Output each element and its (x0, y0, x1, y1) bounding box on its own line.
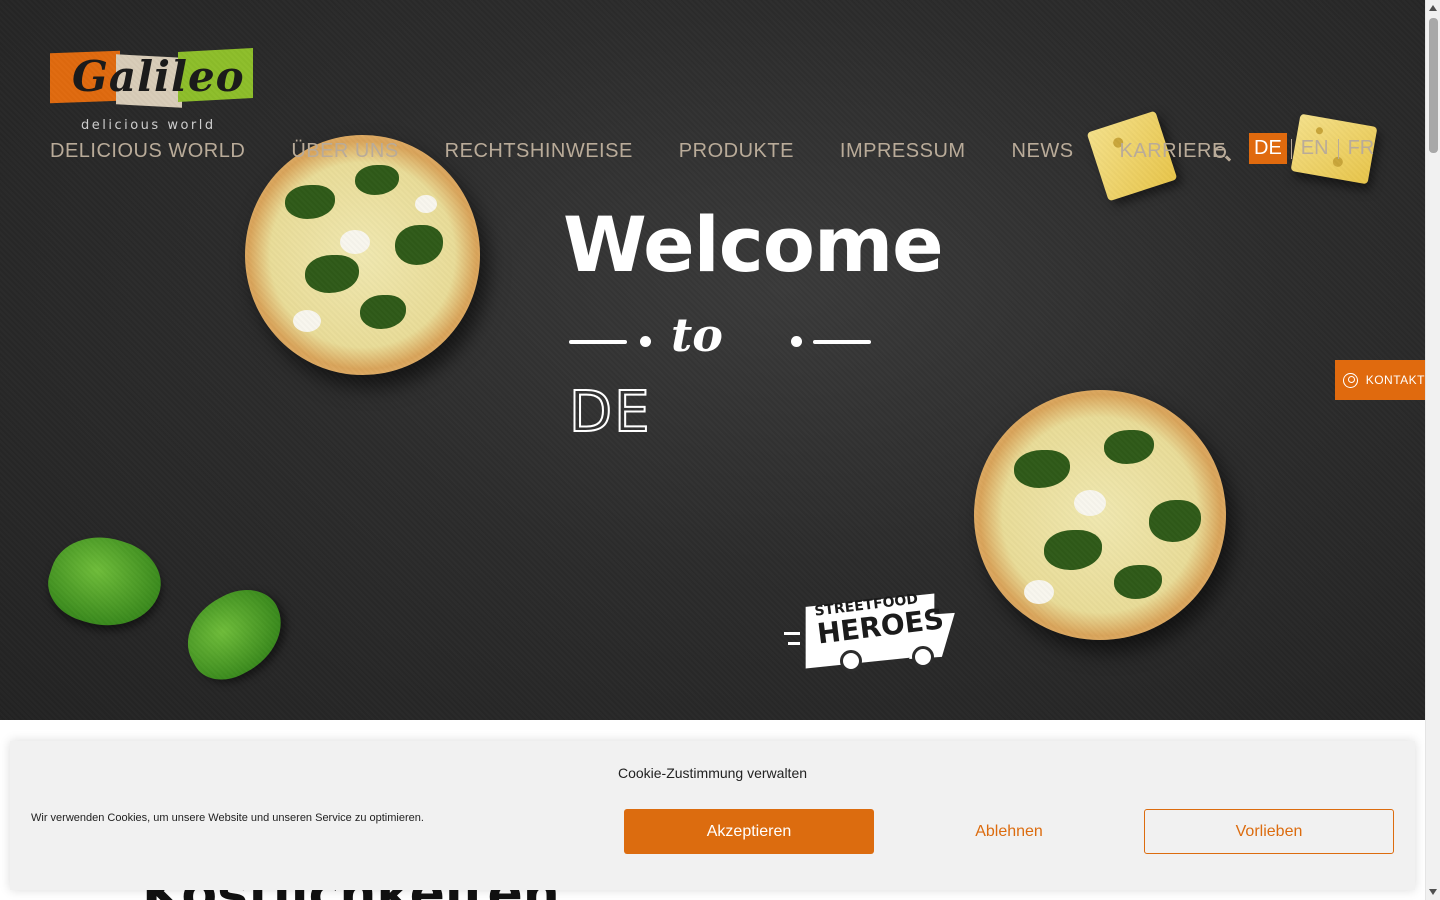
cream-cheese-topping (1024, 580, 1054, 604)
streetfood-heroes-badge[interactable]: STREETFOOD HEROES (784, 591, 955, 672)
spinach-topping (1114, 565, 1162, 599)
cookie-title: Cookie-Zustimmung verwalten (617, 765, 808, 781)
spinach-topping (1149, 500, 1201, 542)
cream-cheese-topping (293, 310, 321, 332)
spinach-leaf-image (172, 576, 298, 692)
nav-item-karriere[interactable]: KARRIERE (1120, 140, 1226, 163)
cookie-preferences-button[interactable]: Vorlieben (1144, 809, 1394, 854)
cookie-consent-banner: Cookie-Zustimmung verwalten Wir verwende… (10, 741, 1415, 890)
welcome-word: Welcome (563, 200, 944, 289)
nav-item-rechtshinweise[interactable]: RECHTSHINWEISE (445, 140, 633, 163)
scroll-up-arrow-icon[interactable] (1429, 5, 1437, 11)
decor-line (813, 340, 871, 344)
decor-line (569, 340, 627, 344)
search-icon[interactable] (1212, 144, 1232, 164)
decor-dot (640, 336, 651, 347)
spinach-pizza-image (245, 135, 480, 375)
user-circle-icon (1343, 372, 1358, 388)
welcome-to-word: to (671, 308, 723, 362)
truck-wheel (840, 650, 862, 672)
nav-item-impressum[interactable]: IMPRESSUM (840, 140, 966, 163)
kontakt-button[interactable]: KONTAKT (1335, 360, 1425, 400)
lang-fr[interactable]: FR (1343, 133, 1380, 164)
spinach-topping (1104, 430, 1154, 464)
spinach-pizza-image (974, 390, 1226, 640)
speed-line (788, 642, 800, 645)
nav-item-ueber-uns[interactable]: ÜBER UNS (291, 140, 398, 163)
cream-cheese-topping (415, 195, 437, 213)
cookie-text: Wir verwenden Cookies, um unsere Website… (31, 812, 424, 824)
page-scrollbar[interactable] (1425, 0, 1440, 900)
nav-item-news[interactable]: NEWS (1012, 140, 1074, 163)
search-icon-handle (1224, 155, 1232, 162)
logo-wordmark: Galileo (72, 52, 245, 101)
accept-cookies-button[interactable]: Akzeptieren (624, 809, 874, 854)
deny-cookies-button[interactable]: Ablehnen (884, 809, 1134, 854)
spinach-topping (285, 185, 335, 219)
cream-cheese-topping (340, 230, 370, 254)
lang-de[interactable]: DE (1249, 133, 1287, 164)
main-nav: DELICIOUS WORLD ÜBER UNS RECHTSHINWEISE … (50, 140, 1226, 163)
galileo-logo[interactable]: Galileo delicious world (50, 48, 255, 135)
kontakt-label: KONTAKT (1365, 373, 1425, 387)
spinach-topping (305, 255, 359, 293)
scrollbar-thumb[interactable] (1429, 18, 1438, 153)
truck-wheel (912, 646, 934, 668)
welcome-heading: Welcome to DE (563, 200, 944, 450)
lang-separator (1337, 138, 1339, 159)
spinach-topping (1014, 450, 1070, 488)
spinach-topping (1044, 530, 1102, 570)
animated-word: DE (568, 379, 652, 446)
nav-item-delicious-world[interactable]: DELICIOUS WORLD (50, 140, 245, 163)
lang-en[interactable]: EN (1296, 133, 1334, 164)
scroll-down-arrow-icon[interactable] (1429, 889, 1437, 895)
hero-section: Galileo delicious world DELICIOUS WORLD … (0, 0, 1425, 720)
spinach-topping (355, 165, 399, 195)
speed-line (784, 632, 800, 635)
spinach-leaf-image (39, 523, 171, 641)
spinach-topping (395, 225, 443, 265)
lang-separator (1290, 138, 1292, 159)
spinach-topping (360, 295, 406, 329)
cream-cheese-topping (1074, 490, 1106, 516)
decor-dot (791, 336, 802, 347)
logo-tagline: delicious world (81, 118, 216, 133)
language-switcher: DE EN FR (1249, 133, 1379, 164)
nav-item-produkte[interactable]: PRODUKTE (679, 140, 794, 163)
